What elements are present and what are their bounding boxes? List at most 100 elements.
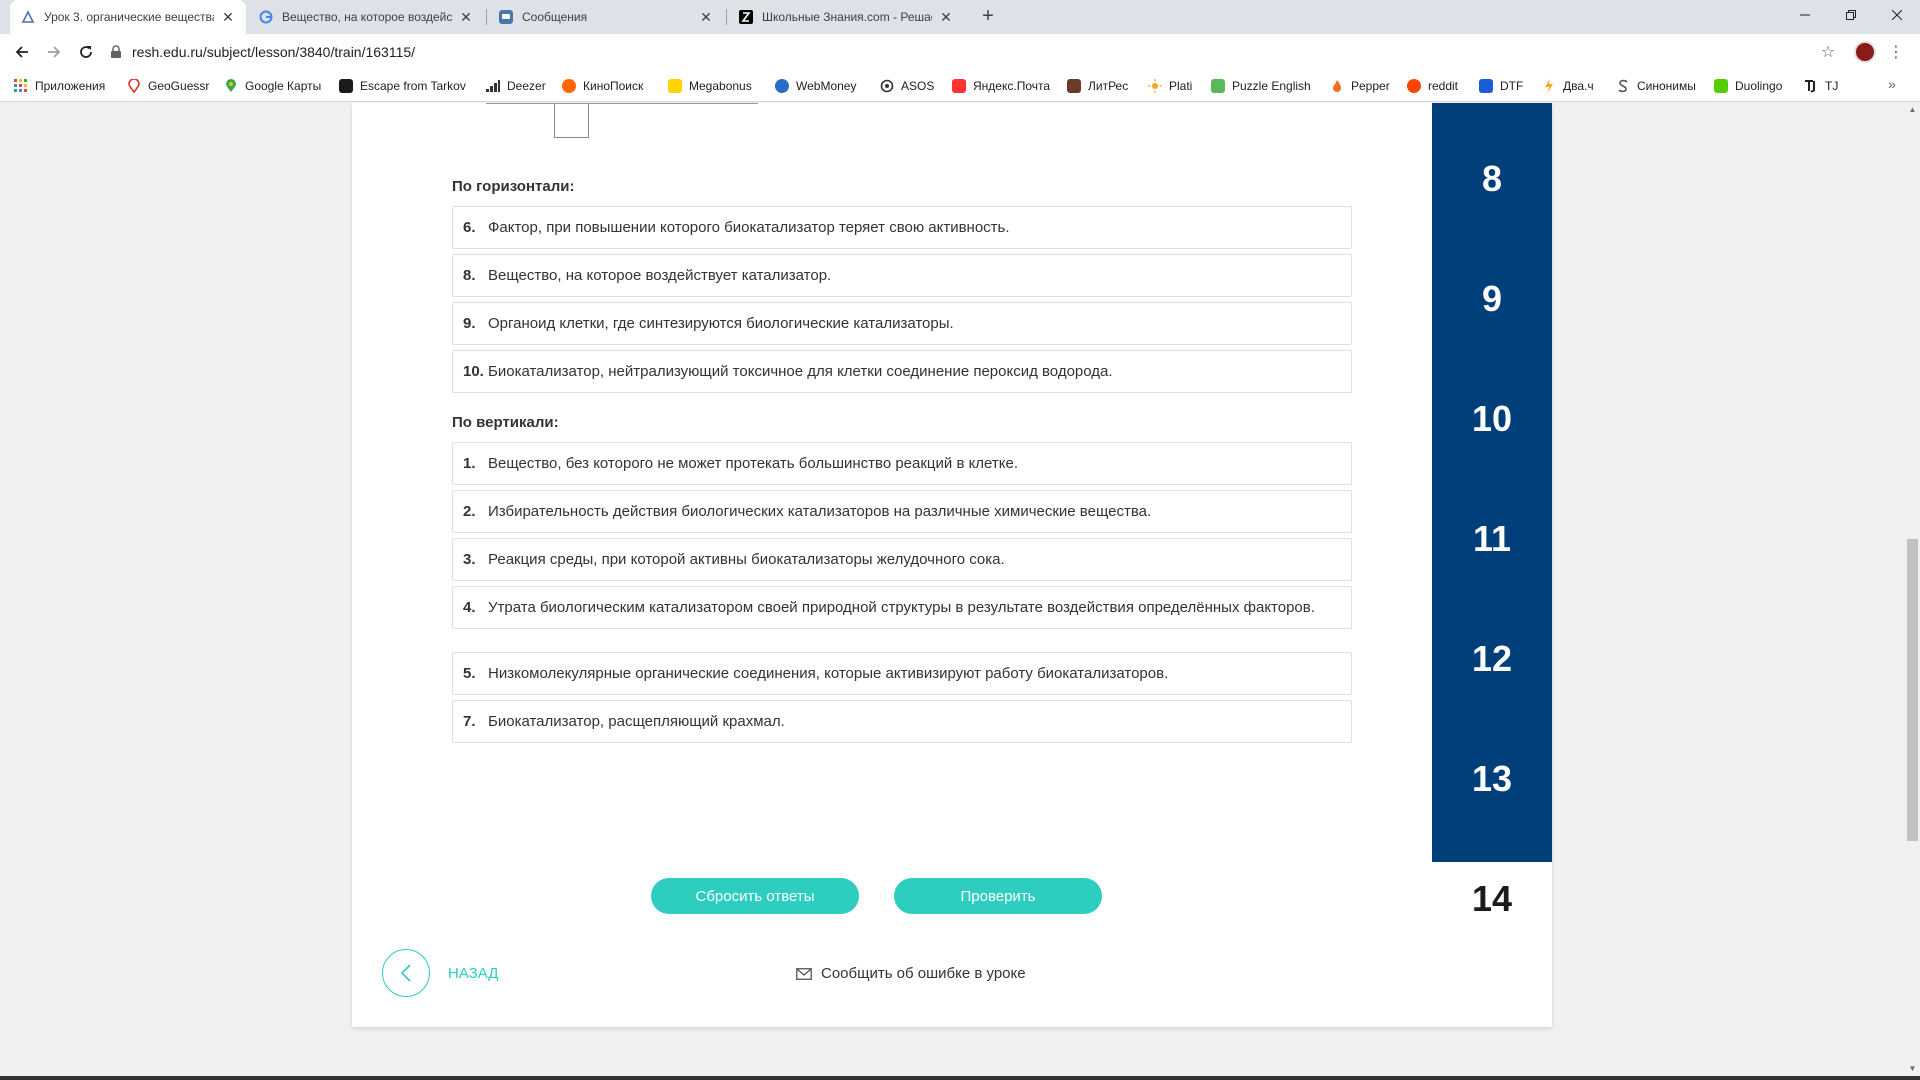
vertical-title: По вертикали:	[452, 414, 559, 431]
reset-answers-button[interactable]: Сбросить ответы	[651, 878, 859, 914]
minimize-window-icon[interactable]	[1782, 0, 1828, 30]
browser-toolbar: resh.edu.ru/subject/lesson/3840/train/16…	[0, 34, 1920, 70]
close-tab-icon[interactable]: ✕	[938, 9, 954, 25]
clue-number: 6.	[463, 219, 476, 236]
bookmark-yandex-mail[interactable]: Яндекс.Почта	[952, 77, 1050, 95]
close-tab-icon[interactable]: ✕	[220, 9, 236, 25]
step-14[interactable]: 14	[1432, 878, 1552, 920]
clue-text: Биокатализатор, нейтрализующий токсичное…	[488, 363, 1113, 380]
bookmark-reddit[interactable]: reddit	[1407, 77, 1458, 95]
page-scrollbar[interactable]: ▲ ▼	[1905, 103, 1920, 1080]
bookmark-asos[interactable]: ASOS	[880, 77, 934, 95]
clue-number: 7.	[463, 713, 476, 730]
step-8[interactable]: 8	[1432, 158, 1552, 200]
clue-text: Фактор, при повышении которого биокатали…	[488, 219, 1010, 236]
bookmark-label: Plati	[1169, 79, 1193, 93]
crossword-cell[interactable]	[554, 103, 589, 138]
bookmark-star-icon[interactable]: ☆	[1814, 38, 1842, 66]
clue-vertical-7: 7. Биокатализатор, расщепляющий крахмал.	[452, 700, 1352, 743]
new-tab-plus-icon[interactable]: +	[976, 5, 1000, 29]
tab-title: Урок 3. органические вещества	[44, 10, 214, 24]
clue-number: 4.	[463, 599, 476, 616]
bookmark-webmoney[interactable]: WebMoney	[775, 77, 856, 95]
taskbar-edge	[0, 1076, 1920, 1080]
close-tab-icon[interactable]: ✕	[698, 9, 714, 25]
bookmark-puzzle-english[interactable]: Puzzle English	[1211, 77, 1311, 95]
reddit-icon	[1407, 79, 1421, 93]
clue-horizontal-10: 10. Биокатализатор, нейтрализующий токси…	[452, 350, 1352, 393]
bookmark-plati[interactable]: Plati	[1148, 77, 1192, 95]
reload-icon[interactable]	[72, 38, 100, 66]
bookmark-tarkov[interactable]: Escape from Tarkov	[339, 77, 466, 95]
step-11[interactable]: 11	[1432, 518, 1552, 560]
bookmark-synonyms[interactable]: Синонимы	[1616, 77, 1696, 95]
report-error-link[interactable]: Сообщить об ошибке в уроке	[796, 965, 1026, 982]
clue-text: Вещество, на которое воздействует катали…	[488, 267, 832, 284]
bookmark-label: Megabonus	[689, 79, 752, 93]
clue-text: Органоид клетки, где синтезируются биоло…	[488, 315, 954, 332]
tab-lesson[interactable]: Урок 3. органические вещества ✕	[10, 0, 246, 34]
litres-icon	[1067, 79, 1081, 93]
address-bar[interactable]: resh.edu.ru/subject/lesson/3840/train/16…	[110, 38, 1840, 66]
scrollbar-thumb[interactable]	[1907, 539, 1918, 841]
bookmark-pepper[interactable]: Pepper	[1330, 77, 1390, 95]
tab-znanija[interactable]: Школьные Знания.com - Решаем ✕	[728, 0, 964, 34]
back-arrow-icon[interactable]	[8, 38, 36, 66]
bookmark-tj[interactable]: TJ	[1804, 77, 1838, 95]
page-viewport: По горизонтали: 6. Фактор, при повышении…	[0, 103, 1905, 1080]
kebab-menu-icon[interactable]: ⋮	[1886, 38, 1906, 66]
bookmark-label: Яндекс.Почта	[973, 79, 1051, 93]
step-9[interactable]: 9	[1432, 278, 1552, 320]
duolingo-icon	[1714, 79, 1728, 93]
close-window-icon[interactable]	[1874, 0, 1920, 30]
scroll-up-arrow-icon[interactable]: ▲	[1905, 105, 1920, 119]
clue-horizontal-6: 6. Фактор, при повышении которого биокат…	[452, 206, 1352, 249]
restore-window-icon[interactable]	[1828, 0, 1874, 30]
bookmark-megabonus[interactable]: Megabonus	[668, 77, 752, 95]
bookmark-label: DTF	[1500, 79, 1524, 93]
close-tab-icon[interactable]: ✕	[458, 9, 474, 25]
report-error-label: Сообщить об ошибке в уроке	[821, 965, 1026, 982]
clue-number: 1.	[463, 455, 476, 472]
synonyms-s-icon	[1616, 79, 1630, 93]
bookmark-label: Puzzle English	[1232, 79, 1311, 93]
bookmark-duolingo[interactable]: Duolingo	[1714, 77, 1782, 95]
step-10[interactable]: 10	[1432, 398, 1552, 440]
apps-grid-icon	[14, 79, 28, 93]
bookmark-dvach[interactable]: Два.ч	[1542, 77, 1594, 95]
bookmark-deezer[interactable]: Deezer	[486, 77, 546, 95]
megabonus-icon	[668, 79, 682, 93]
back-button[interactable]	[382, 949, 430, 997]
step-12[interactable]: 12	[1432, 638, 1552, 680]
bookmark-apps[interactable]: Приложения	[14, 77, 105, 95]
clue-number: 8.	[463, 267, 476, 284]
bookmark-dtf[interactable]: DTF	[1479, 77, 1523, 95]
tab-google[interactable]: Вещество, на которое воздействует ✕	[248, 0, 484, 34]
google-maps-icon	[224, 79, 238, 93]
lock-icon	[110, 45, 124, 59]
asos-icon	[880, 79, 894, 93]
step-sidebar	[1432, 103, 1552, 862]
clue-number: 3.	[463, 551, 476, 568]
bookmark-label: reddit	[1428, 79, 1459, 93]
bookmark-label: Pepper	[1351, 79, 1390, 93]
check-button[interactable]: Проверить	[894, 878, 1102, 914]
tab-strip: Урок 3. органические вещества ✕ Вещество…	[0, 0, 1920, 34]
tab-separator	[726, 9, 727, 25]
tab-messages[interactable]: Сообщения ✕	[488, 0, 724, 34]
bookmark-label: Deezer	[507, 79, 546, 93]
forward-arrow-icon[interactable]	[40, 38, 68, 66]
bookmark-label: Duolingo	[1735, 79, 1783, 93]
kinopoisk-icon	[562, 79, 576, 93]
bookmarks-overflow-icon[interactable]: »	[1888, 76, 1896, 92]
bookmark-google-maps[interactable]: Google Карты	[224, 77, 321, 95]
step-13[interactable]: 13	[1432, 758, 1552, 800]
bookmark-label: ЛитРес	[1088, 79, 1129, 93]
back-link[interactable]: НАЗАД	[448, 965, 498, 982]
sun-icon	[1148, 79, 1162, 93]
clue-text: Утрата биологическим катализатором своей…	[488, 599, 1315, 616]
bookmark-litres[interactable]: ЛитРес	[1067, 77, 1128, 95]
profile-avatar[interactable]	[1854, 41, 1876, 63]
bookmark-kinopoisk[interactable]: КиноПоиск	[562, 77, 643, 95]
bookmark-geoguessr[interactable]: GeoGuessr	[127, 77, 209, 95]
